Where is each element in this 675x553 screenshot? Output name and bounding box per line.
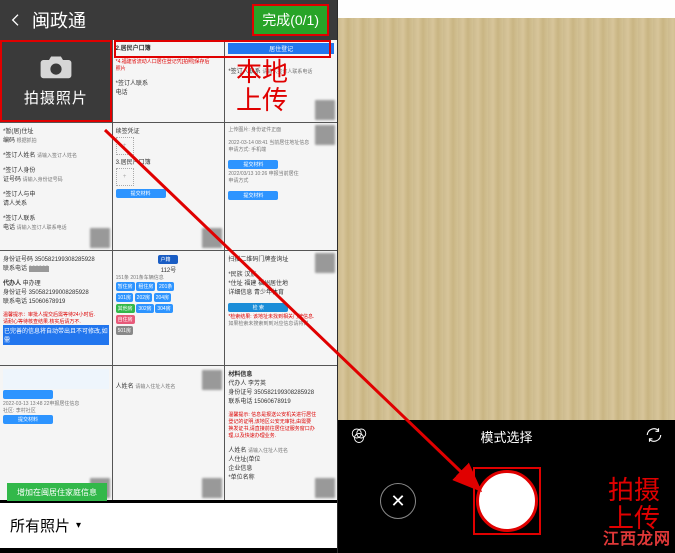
left-phone-screen: 闽政通 完成(0/1) 拍摄照片 2.居民户口簿 *4.福建省流动人口居住登记凭… <box>0 0 337 553</box>
add-info-button[interactable]: 增加在闽居住家庭信息 <box>7 483 107 501</box>
camera-preview <box>338 0 675 420</box>
right-phone-screen: 模式选择 ✕ 江西龙网 <box>338 0 675 553</box>
refresh-icon[interactable] <box>645 426 663 447</box>
gallery-thumb[interactable]: 续签凭证 + 3.居民户口簿 + 提交材料 <box>113 123 225 251</box>
gallery-thumb[interactable]: 2022-03-13 13:48 22申报居住信息社区: 李村社区 提交材料 <box>0 366 112 501</box>
chevron-down-icon: ▾ <box>76 520 81 531</box>
status-bar <box>338 0 675 18</box>
gallery-thumb[interactable]: *暂(居)住址编码 根据抓拍 *签订人姓名 请输入签订人姓名 *签订人身份证号码… <box>0 123 112 251</box>
camera-capture-tile[interactable]: 拍摄照片 <box>0 40 112 122</box>
watermark: 江西龙网 <box>603 525 671 549</box>
filter-icon[interactable] <box>350 426 368 447</box>
gallery-thumb[interactable]: 居住登记 *签订人联系 请输入签订人联系电话 <box>225 40 337 122</box>
annotation-box <box>473 467 541 535</box>
gallery-thumb[interactable]: 扫描二维码门牌查询址 *民族 汉族 *住址 福建 福州居住地 详细信息 青少年体… <box>225 251 337 365</box>
back-icon[interactable] <box>8 12 24 28</box>
header-title: 闽政通 <box>32 7 252 33</box>
photo-gallery-grid: 拍摄照片 2.居民户口簿 *4.福建省流动人口居住登记凭[拍照]保存后照片 *签… <box>0 40 337 500</box>
app-header: 闽政通 完成(0/1) <box>0 0 337 40</box>
camera-mode-row: 模式选择 <box>338 420 675 452</box>
shutter-wrap <box>476 470 538 532</box>
gallery-thumb[interactable]: 2.居民户口簿 *4.福建省流动人口居住登记凭[拍照]保存后照片 *签订人联系电… <box>113 40 225 122</box>
gallery-thumb[interactable]: 人姓名 请输入住址人姓名 <box>113 366 225 501</box>
camera-close-button[interactable]: ✕ <box>380 483 416 519</box>
gallery-thumb[interactable]: 上传图片: 身份证件正面 2022-03-14 08:41 当前居住地址信息申请… <box>225 123 337 251</box>
camera-icon <box>39 53 73 81</box>
album-label: 所有照片 <box>10 515 70 536</box>
camera-mode-label[interactable]: 模式选择 <box>480 427 532 446</box>
gallery-thumb[interactable]: 户籍 112号 151条 201条车辆信息 暂住房 租住房 201条 101房 … <box>113 251 225 365</box>
done-button[interactable]: 完成(0/1) <box>252 4 329 36</box>
album-picker-bar[interactable]: 所有照片 ▾ <box>0 503 337 548</box>
camera-tile-label: 拍摄照片 <box>24 87 88 108</box>
gallery-thumb[interactable]: 材料信息 代办人 李芳英 身份证号 350582199308285928 联系电… <box>225 366 337 501</box>
gallery-thumb[interactable]: 身份证号码 350582199308285928 联系电话 000000 代办人… <box>0 251 112 365</box>
